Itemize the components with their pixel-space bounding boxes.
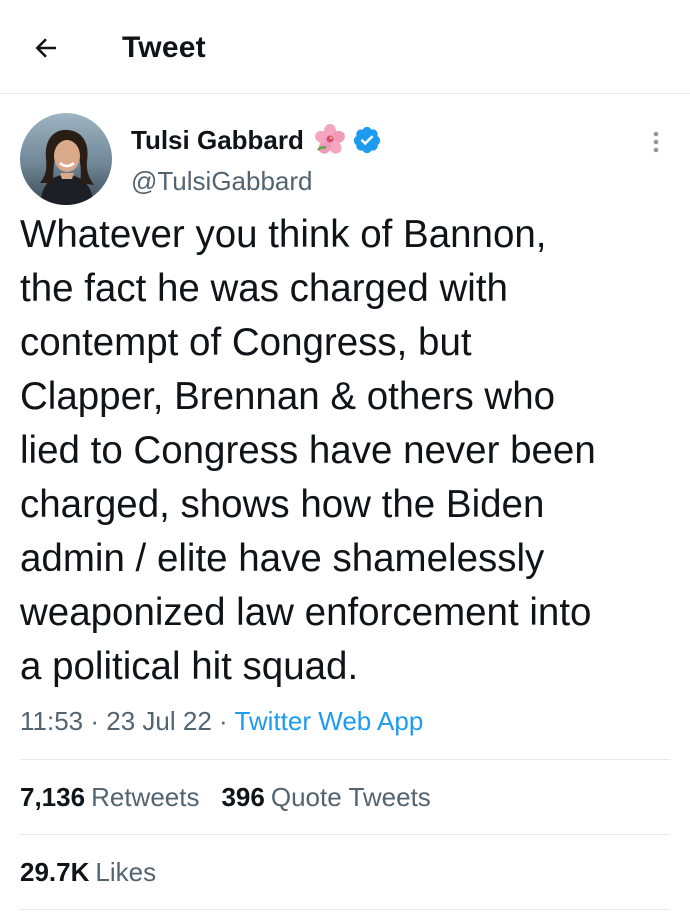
more-vertical-icon <box>653 131 659 153</box>
meta-separator: · <box>90 706 107 736</box>
divider <box>20 909 670 910</box>
meta-separator: · <box>219 706 235 736</box>
arrow-left-icon <box>35 38 56 58</box>
divider <box>20 834 670 835</box>
avatar[interactable] <box>20 113 112 205</box>
back-button[interactable] <box>26 28 66 68</box>
likes-count: 29.7K <box>20 857 90 887</box>
verified-badge-icon <box>352 125 382 155</box>
quote-tweets-count: 396 <box>221 782 265 812</box>
tweet-date[interactable]: 23 Jul 22 <box>106 706 212 736</box>
hibiscus-icon <box>314 124 346 156</box>
likes-label: Likes <box>95 857 157 887</box>
retweets-stat[interactable]: 7,136 Retweets <box>20 777 199 817</box>
tweet-time[interactable]: 11:53 <box>20 706 83 736</box>
likes-stat[interactable]: 29.7K Likes <box>20 852 156 892</box>
author-handle[interactable]: @TulsiGabbard <box>131 164 313 198</box>
likes-stats-row: 29.7K Likes <box>20 852 178 892</box>
quote-tweets-label: Quote Tweets <box>270 782 431 812</box>
quote-tweets-stat[interactable]: 396 Quote Tweets <box>221 777 430 817</box>
author-name-row: Tulsi Gabbard <box>131 122 382 158</box>
engagement-stats-row: 7,136 Retweets 396 Quote Tweets <box>20 777 453 817</box>
retweets-count: 7,136 <box>20 782 86 812</box>
tweet-source-link[interactable]: Twitter Web App <box>234 706 423 736</box>
display-name[interactable]: Tulsi Gabbard <box>131 123 304 157</box>
tweet-meta: 11:53 · 23 Jul 22 · Twitter Web App <box>20 701 423 741</box>
page-title: Tweet <box>122 31 206 64</box>
top-bar: Tweet <box>0 0 690 94</box>
retweets-label: Retweets <box>91 782 200 812</box>
more-options-button[interactable] <box>640 124 672 160</box>
tweet-text: Whatever you think of Bannon, the fact h… <box>20 213 596 688</box>
divider <box>20 759 670 760</box>
